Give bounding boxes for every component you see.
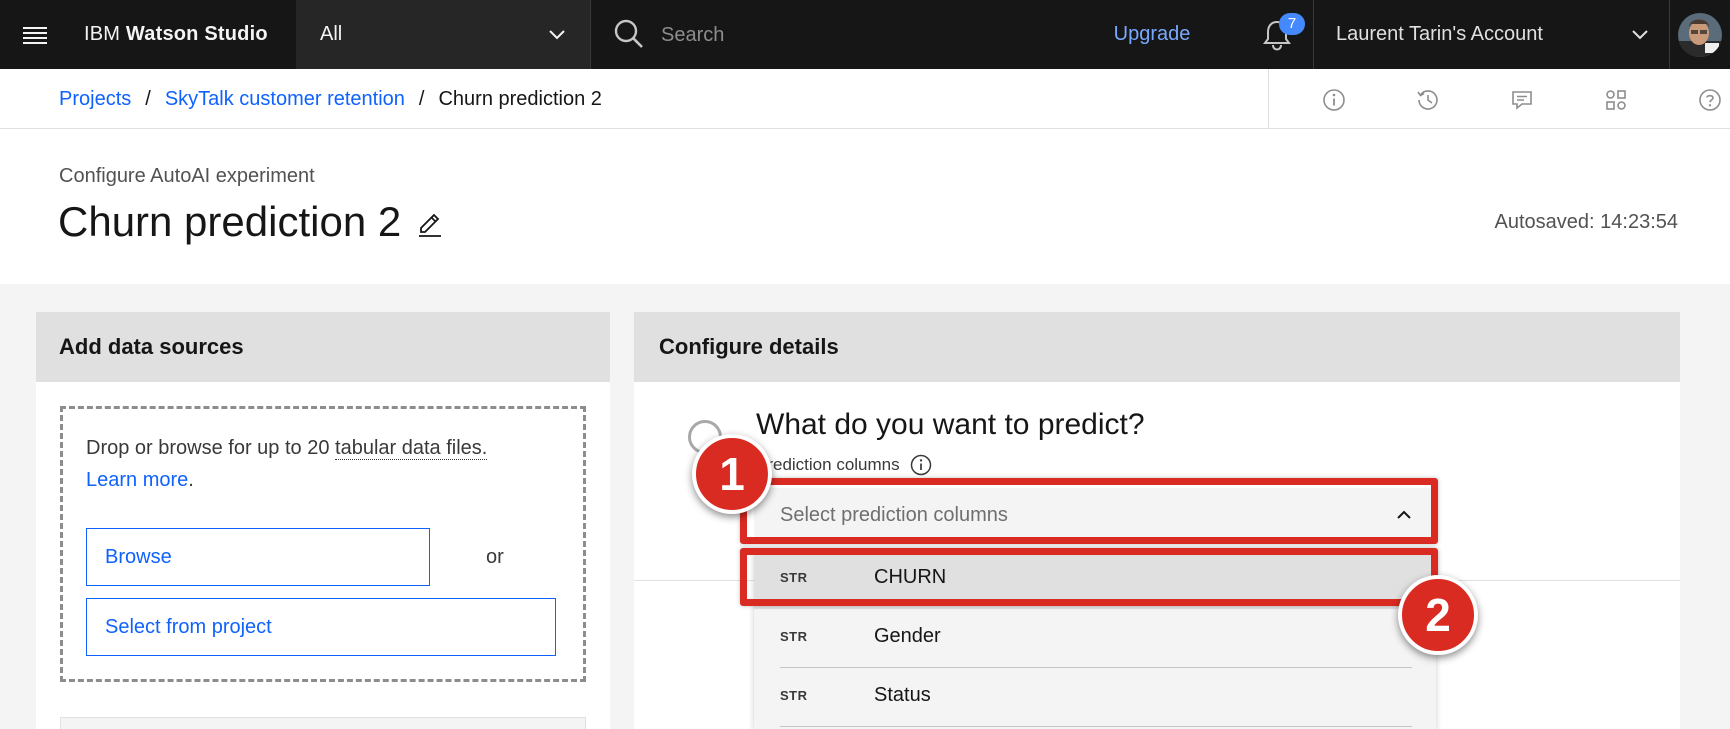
history-button[interactable] <box>1411 83 1445 117</box>
apps-icon <box>1606 90 1626 110</box>
callout-1: 1 <box>692 434 772 514</box>
prediction-columns-text: Prediction columns <box>756 455 900 474</box>
notifications-button[interactable]: 7 <box>1240 0 1313 69</box>
chevron-down-icon <box>1632 30 1648 40</box>
page-title: Churn prediction 2 <box>58 198 402 245</box>
option-status[interactable]: STR Status <box>754 668 1436 727</box>
drop-text: Drop or browse for up to 20 <box>86 437 336 459</box>
page-kicker: Configure AutoAI experiment <box>59 165 315 187</box>
search-input[interactable] <box>661 17 1041 53</box>
option-divider <box>780 726 1412 727</box>
option-churn[interactable]: STR CHURN <box>754 550 1436 609</box>
panel-heading: Add data sources <box>36 312 610 382</box>
help-icon <box>1699 89 1721 111</box>
scope-dropdown[interactable]: All <box>296 0 590 69</box>
comments-icon <box>1512 91 1532 110</box>
top-nav-bar: IBM Watson Studio All Upgrade 7 Laurent … <box>0 0 1730 69</box>
avatar-image-icon <box>1678 12 1722 57</box>
comments-button[interactable] <box>1505 83 1539 117</box>
info-icon <box>1323 89 1345 111</box>
column-name: CHURN <box>874 566 947 588</box>
browse-button[interactable]: Browse <box>86 528 430 586</box>
option-gender[interactable]: STR Gender <box>754 609 1436 668</box>
breadcrumb-skytalk-project[interactable]: SkyTalk customer retention <box>165 88 405 111</box>
info-button[interactable] <box>1317 83 1351 117</box>
breadcrumb-separator: / <box>418 87 425 110</box>
data-source-list-edge <box>60 717 586 729</box>
column-type-badge: STR <box>780 688 808 703</box>
learn-more-suffix: . <box>188 469 194 491</box>
edit-title-icon[interactable] <box>415 208 445 238</box>
search-icon <box>614 19 643 48</box>
breadcrumb: Projects / SkyTalk customer retention / … <box>59 69 602 129</box>
or-label: or <box>486 546 504 568</box>
notification-count-badge: 7 <box>1279 13 1305 35</box>
product-name[interactable]: IBM Watson Studio <box>84 0 268 69</box>
callout-2: 2 <box>1398 575 1478 655</box>
prediction-columns-select[interactable]: Select prediction columns <box>754 488 1436 542</box>
prediction-columns-menu: STR CHURN STR Gender STR Status <box>754 550 1436 729</box>
column-name: Gender <box>874 625 941 647</box>
history-icon <box>1417 90 1438 110</box>
menu-button[interactable] <box>0 0 69 69</box>
breadcrumb-separator: / <box>145 87 151 110</box>
info-icon[interactable] <box>910 454 932 476</box>
chevron-up-icon <box>1397 510 1411 519</box>
column-type-badge: STR <box>780 570 808 585</box>
chevron-down-icon <box>549 30 565 40</box>
tabular-files-tooltip[interactable]: tabular data files. <box>335 437 488 460</box>
autosave-status: Autosaved: 14:23:54 <box>1494 211 1678 233</box>
apps-button[interactable] <box>1599 83 1633 117</box>
breadcrumb-projects[interactable]: Projects <box>59 88 131 111</box>
utility-toolbar <box>1268 69 1730 129</box>
account-switcher[interactable]: Laurent Tarin's Account <box>1313 0 1669 69</box>
panel-heading: Configure details <box>634 312 1680 382</box>
breadcrumb-row: Projects / SkyTalk customer retention / … <box>0 69 1730 129</box>
search-bar <box>590 0 1064 69</box>
prediction-question: What do you want to predict? <box>756 408 1145 441</box>
drop-zone-instructions: Drop or browse for up to 20 tabular data… <box>86 432 556 496</box>
upgrade-link[interactable]: Upgrade <box>1064 0 1240 69</box>
account-name: Laurent Tarin's Account <box>1336 23 1543 45</box>
select-from-project-button[interactable]: Select from project <box>86 598 556 656</box>
scope-value: All <box>320 23 343 45</box>
help-button[interactable] <box>1693 83 1727 117</box>
breadcrumb-current: Churn prediction 2 <box>438 87 602 110</box>
hamburger-icon <box>22 26 47 44</box>
column-type-badge: STR <box>780 629 808 644</box>
select-placeholder: Select prediction columns <box>780 503 1008 526</box>
prediction-columns-label: Prediction columns <box>756 454 932 476</box>
learn-more-link[interactable]: Learn more <box>86 469 188 491</box>
column-name: Status <box>874 684 931 706</box>
user-avatar[interactable] <box>1669 0 1730 69</box>
